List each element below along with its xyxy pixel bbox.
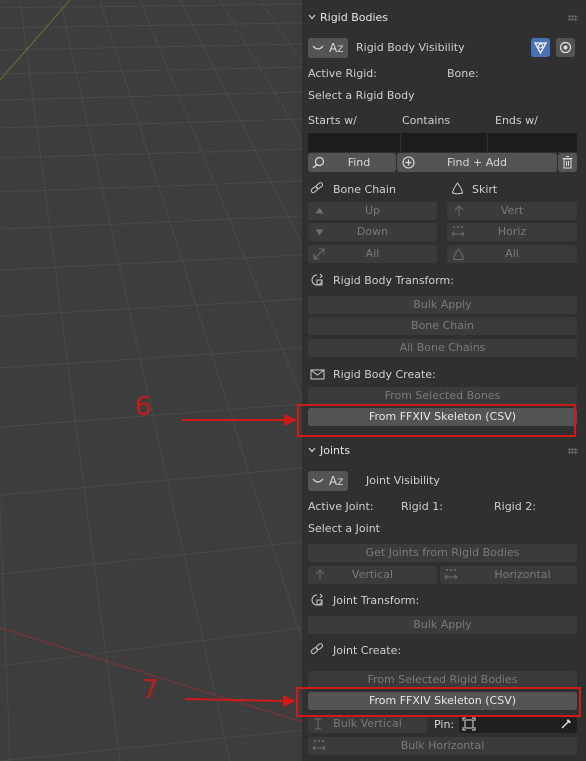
annotation-arrow-7 (184, 698, 285, 702)
annotation-arrowhead-6 (284, 414, 297, 426)
annotation-arrows (182, 414, 297, 707)
annotation-arrowhead-7 (283, 695, 296, 707)
